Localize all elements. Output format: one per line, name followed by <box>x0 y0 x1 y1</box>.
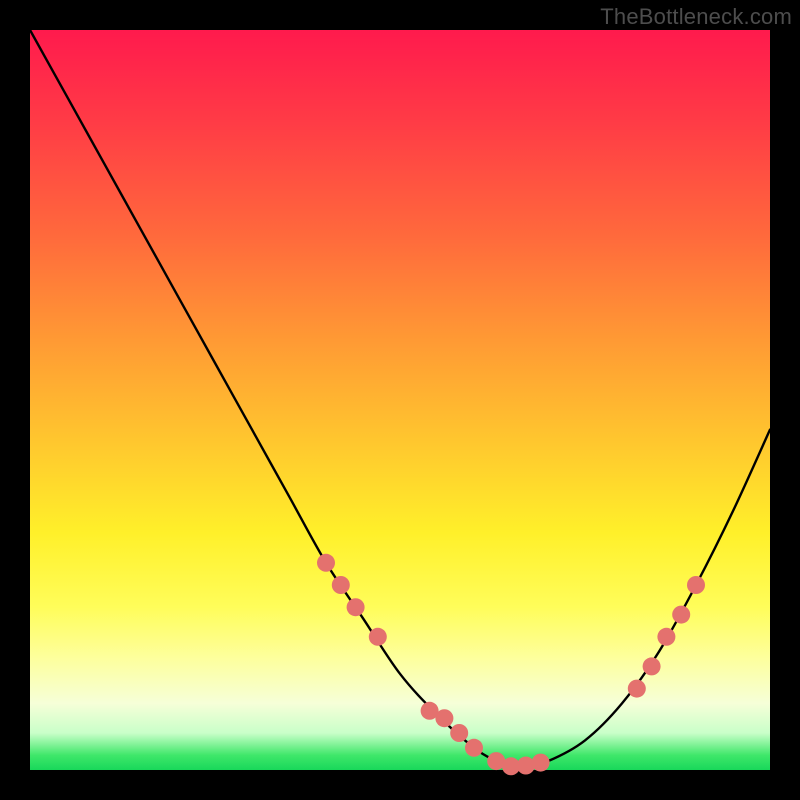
chart-stage: TheBottleneck.com <box>0 0 800 800</box>
curve-marker <box>317 554 335 572</box>
curve-marker <box>450 724 468 742</box>
curve-marker <box>517 757 535 775</box>
curve-marker <box>332 576 350 594</box>
curve-marker <box>347 598 365 616</box>
curve-marker <box>628 680 646 698</box>
curve-marker <box>532 754 550 772</box>
watermark-label: TheBottleneck.com <box>600 4 792 30</box>
curve-marker <box>465 739 483 757</box>
curve-marker <box>369 628 387 646</box>
bottleneck-curve-svg <box>30 30 770 770</box>
curve-marker <box>672 606 690 624</box>
curve-marker <box>657 628 675 646</box>
curve-markers <box>317 554 705 776</box>
curve-marker <box>687 576 705 594</box>
plot-area <box>30 30 770 770</box>
bottleneck-curve-line <box>30 30 770 767</box>
curve-marker <box>435 709 453 727</box>
curve-marker <box>643 657 661 675</box>
